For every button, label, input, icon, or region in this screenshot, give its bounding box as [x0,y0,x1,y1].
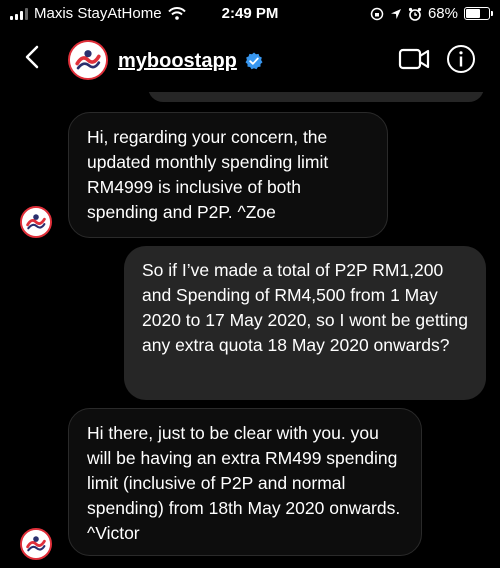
outgoing-message[interactable]: So if I’ve made a total of P2P RM1,200 a… [124,246,486,400]
incoming-message[interactable]: Hi, regarding your concern, the updated … [68,112,388,238]
previous-message-bubble [148,92,484,102]
battery-percent: 68% [427,5,458,22]
status-bar: Maxis StayAtHome 2:49 PM 68% [0,0,500,28]
incoming-message[interactable]: Hi there, just to be clear with you. you… [68,408,422,556]
sender-avatar[interactable] [20,206,52,238]
boost-logo-icon [22,208,50,236]
video-call-icon[interactable] [398,46,430,72]
message-text: Hi there, just to be clear with you. you… [87,423,401,543]
sender-avatar[interactable] [20,528,52,560]
chat-username[interactable]: myboostapp [118,50,237,73]
status-right: 68% [370,5,493,22]
message-text: Hi, regarding your concern, the updated … [87,127,329,222]
chat-header: myboostapp [0,28,500,92]
boost-logo-icon [22,530,50,558]
back-chevron-icon[interactable] [18,42,48,72]
boost-logo-icon [70,42,106,78]
battery-icon [464,7,493,20]
alarm-icon [408,7,422,21]
message-thread[interactable]: Hi, regarding your concern, the updated … [0,92,500,568]
lock-rotation-icon [370,7,384,20]
location-icon [390,8,401,19]
info-icon[interactable] [446,44,476,74]
message-text: So if I’ve made a total of P2P RM1,200 a… [142,260,468,355]
battery-fill [466,9,480,18]
header-avatar[interactable] [68,40,108,80]
verified-icon [245,52,263,70]
